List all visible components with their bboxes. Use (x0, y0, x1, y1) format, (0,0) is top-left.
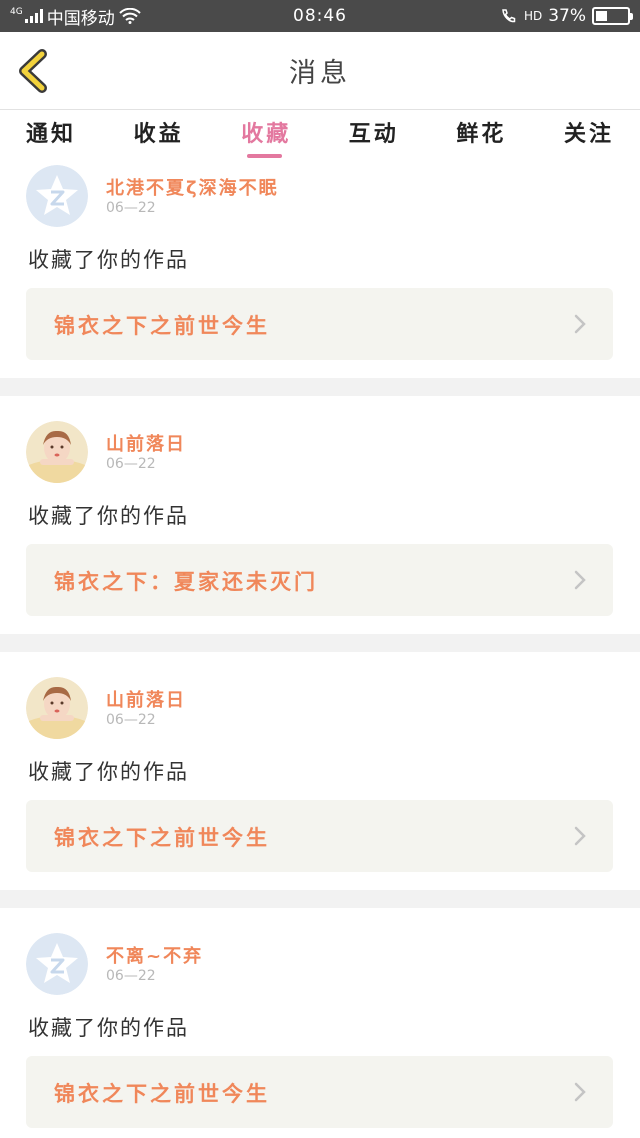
username[interactable]: 山前落日 (106, 430, 186, 456)
date: 06—22 (106, 456, 156, 472)
chevron-right-icon (574, 570, 586, 590)
tab-favorites[interactable]: 收藏 (241, 116, 291, 158)
date: 06—22 (106, 712, 156, 728)
avatar[interactable] (26, 165, 88, 227)
page-title: 消息 (289, 58, 351, 89)
battery-percent: 37% (548, 6, 586, 26)
wifi-icon (118, 8, 141, 24)
work-title: 锦衣之下之前世今生 (54, 314, 270, 338)
tab-follows[interactable]: 关注 (564, 116, 614, 154)
chevron-right-icon (574, 314, 586, 334)
phone-hd-icon (502, 9, 516, 23)
divider (0, 634, 640, 652)
avatar[interactable] (26, 421, 88, 483)
list-item: 山前落日 06—22 收藏了你的作品 锦衣之下：夏家还未灭门 (0, 416, 640, 634)
work-title: 锦衣之下之前世今生 (54, 826, 270, 850)
work-title: 锦衣之下：夏家还未灭门 (54, 570, 318, 594)
action-text: 收藏了你的作品 (28, 248, 189, 272)
chevron-right-icon (574, 826, 586, 846)
status-bar: 4G 中国移动 08:46 HD 37% (0, 0, 640, 32)
divider (0, 890, 640, 908)
default-qq-avatar-icon (26, 165, 88, 227)
back-button[interactable] (14, 48, 54, 94)
tab-bar: 通知 收益 收藏 互动 鲜花 关注 (0, 110, 640, 160)
battery-icon (592, 7, 633, 25)
avatar[interactable] (26, 677, 88, 739)
signal-icon (24, 9, 43, 23)
work-title: 锦衣之下之前世今生 (54, 1082, 270, 1106)
chevron-right-icon (574, 1082, 586, 1102)
carrier-label: 中国移动 (46, 8, 115, 29)
status-right: HD 37% (500, 6, 633, 26)
status-left: 4G 中国移动 (10, 4, 141, 29)
work-link[interactable]: 锦衣之下：夏家还未灭门 (26, 544, 613, 616)
username[interactable]: 山前落日 (106, 686, 186, 712)
girl-photo-avatar-icon (26, 421, 88, 483)
list-item: 不离~不弃 06—22 收藏了你的作品 锦衣之下之前世今生 (0, 928, 640, 1138)
username[interactable]: 不离~不弃 (106, 942, 203, 968)
avatar[interactable] (26, 933, 88, 995)
work-link[interactable]: 锦衣之下之前世今生 (26, 288, 613, 360)
date: 06—22 (106, 968, 156, 984)
tab-notifications[interactable]: 通知 (26, 116, 76, 154)
action-text: 收藏了你的作品 (28, 1016, 189, 1040)
hd-label: HD (523, 9, 543, 23)
battery-fill (596, 11, 608, 21)
list-item: 北港不夏ζ深海不眠 06—22 收藏了你的作品 锦衣之下之前世今生 (0, 160, 640, 378)
header: 消息 (0, 32, 640, 110)
list-item: 山前落日 06—22 收藏了你的作品 锦衣之下之前世今生 (0, 672, 640, 890)
girl-photo-avatar-icon (26, 677, 88, 739)
date: 06—22 (106, 200, 156, 216)
tab-interactions[interactable]: 互动 (349, 116, 399, 154)
work-link[interactable]: 锦衣之下之前世今生 (26, 800, 613, 872)
username[interactable]: 北港不夏ζ深海不眠 (106, 174, 279, 200)
tab-flowers[interactable]: 鲜花 (456, 116, 506, 154)
action-text: 收藏了你的作品 (28, 504, 189, 528)
default-qq-avatar-icon (26, 933, 88, 995)
work-link[interactable]: 锦衣之下之前世今生 (26, 1056, 613, 1128)
tab-earnings[interactable]: 收益 (134, 116, 184, 154)
network-type: 4G (10, 6, 23, 17)
chevron-left-icon (19, 49, 47, 93)
divider (0, 378, 640, 396)
action-text: 收藏了你的作品 (28, 760, 189, 784)
